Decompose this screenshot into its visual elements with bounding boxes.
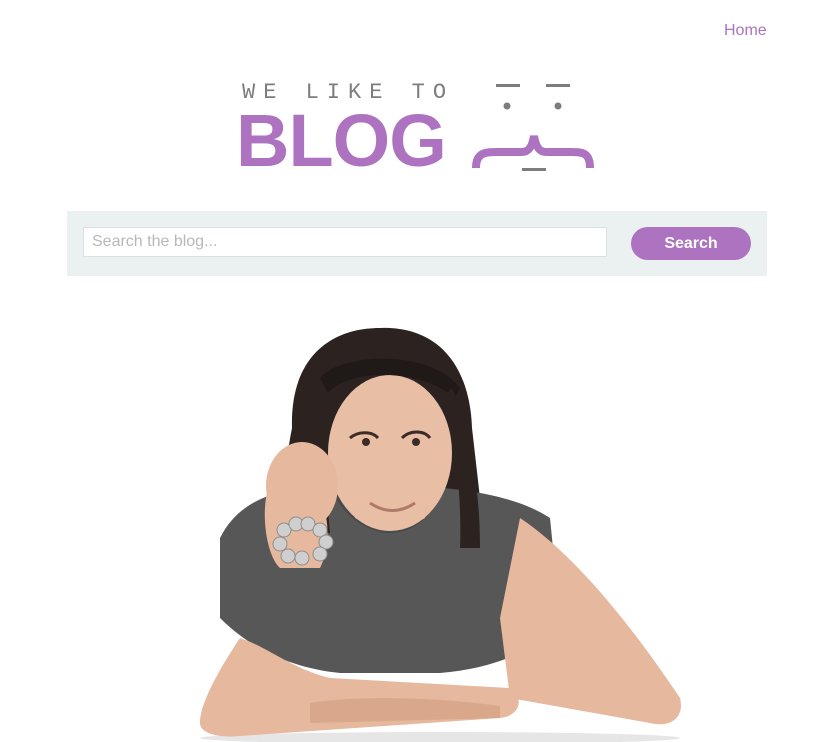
curly-brace-face-icon xyxy=(472,84,594,171)
search-button[interactable]: Search xyxy=(631,227,751,260)
site-logo[interactable]: WE LIKE TO BLOG xyxy=(236,76,596,186)
search-input[interactable] xyxy=(83,227,607,257)
nav-home-link[interactable]: Home xyxy=(724,22,767,40)
logo-wordmark: BLOG xyxy=(236,99,447,182)
search-bar: Search xyxy=(67,211,767,276)
hero-image xyxy=(200,327,681,742)
